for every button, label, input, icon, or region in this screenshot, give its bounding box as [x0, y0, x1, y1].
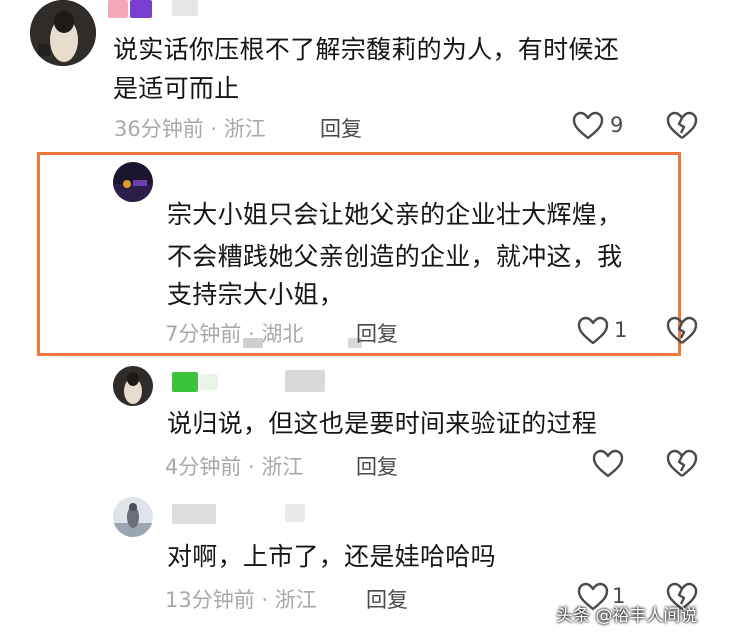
heart-outline-icon[interactable]: [592, 449, 624, 483]
blurred-overlay: [243, 338, 263, 348]
reply-button[interactable]: 回复: [366, 584, 408, 614]
comment-text-line: 宗大小姐只会让她父亲的企业壮大辉煌，: [167, 200, 623, 229]
reply-button[interactable]: 回复: [320, 113, 362, 143]
username-blurred[interactable]: [172, 504, 216, 524]
avatar[interactable]: [113, 366, 153, 406]
avatar-image: [113, 497, 153, 537]
reply-button[interactable]: 回复: [356, 318, 398, 348]
comment-text-line: 说归说，但这也是要时间来验证的过程: [167, 409, 598, 438]
comment-text-line: 支持宗大小姐，: [167, 280, 345, 309]
avatar[interactable]: [113, 497, 153, 537]
like-count: 1: [614, 318, 628, 342]
username-blurred[interactable]: [108, 0, 128, 18]
broken-heart-icon[interactable]: [666, 449, 698, 483]
username-blurred[interactable]: [172, 0, 198, 16]
username-blurred[interactable]: [285, 370, 325, 392]
avatar[interactable]: [113, 162, 153, 202]
watermark: 头条 @裕丰人间说: [556, 606, 698, 626]
username-blurred[interactable]: [200, 374, 218, 390]
comment-text-line: 说实话你压根不了解宗馥莉的为人，有时候还: [113, 35, 620, 64]
heart-outline-icon[interactable]: [577, 316, 609, 350]
comment-time-location: 36分钟前 · 浙江: [114, 117, 266, 141]
avatar-image: [113, 366, 153, 406]
username-blurred[interactable]: [130, 0, 152, 18]
comment-text-line: 是适可而止: [113, 74, 240, 103]
comment-time-location: 4分钟前 · 浙江: [165, 455, 304, 479]
heart-outline-icon[interactable]: [572, 111, 604, 145]
comment-text-line: 不会糟践她父亲创造的企业，就冲这，我: [167, 242, 623, 271]
avatar[interactable]: [30, 0, 96, 66]
username-blurred[interactable]: [285, 504, 305, 522]
reply-button[interactable]: 回复: [356, 451, 398, 481]
avatar-image: [113, 162, 153, 202]
comment-text-line: 对啊，上市了，还是娃哈哈吗: [167, 542, 496, 571]
broken-heart-icon[interactable]: [666, 111, 698, 145]
username-blurred[interactable]: [172, 372, 198, 392]
avatar-image: [30, 0, 96, 66]
comment-time-location: 13分钟前 · 浙江: [165, 588, 317, 612]
like-count: 9: [610, 113, 624, 137]
comment-time-location: 7分钟前 · 湖北: [165, 322, 304, 346]
broken-heart-icon[interactable]: [666, 316, 698, 350]
